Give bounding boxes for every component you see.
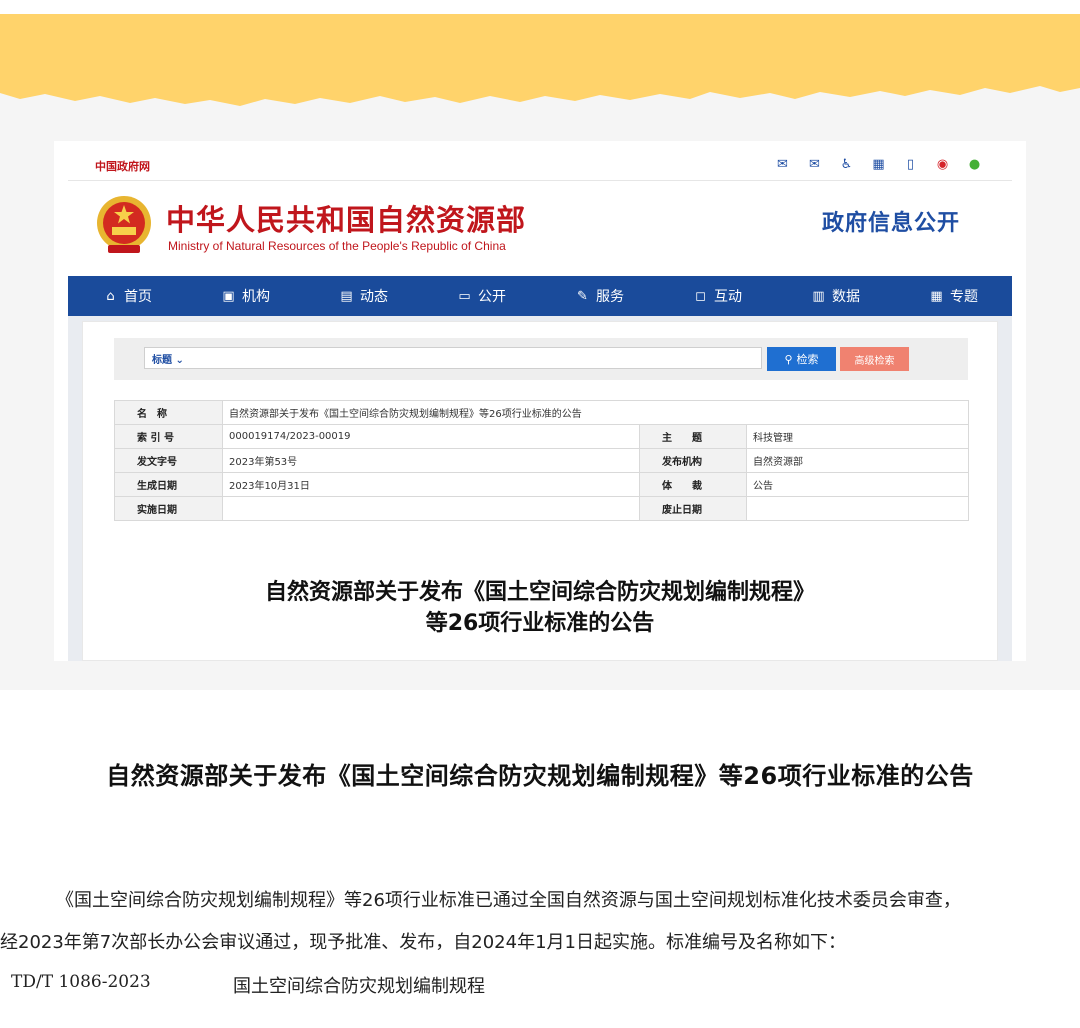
table-row: 发文字号 2023年第53号 发布机构 自然资源部 bbox=[114, 448, 969, 473]
standard-entry: TD/T 1086-2023 国土空间综合防灾规划编制规程 bbox=[11, 972, 485, 998]
table-row: 名 称 自然资源部关于发布《国土空间综合防灾规划编制规程》等26项行业标准的公告 bbox=[114, 400, 969, 425]
meta-value bbox=[222, 496, 640, 521]
national-emblem-icon bbox=[97, 196, 151, 253]
table-row: 实施日期 废止日期 bbox=[114, 496, 969, 521]
meta-value: 2023年10月31日 bbox=[222, 472, 640, 497]
meta-value bbox=[746, 496, 969, 521]
meta-value: 2023年第53号 bbox=[222, 448, 640, 473]
edit-icon: ✎ bbox=[577, 288, 588, 304]
nav-item-data[interactable]: ▥ 数据 bbox=[776, 286, 894, 306]
nav-item-service[interactable]: ✎ 服务 bbox=[540, 286, 658, 306]
home-icon: ⌂ bbox=[106, 288, 115, 304]
wechat-icon[interactable]: ● bbox=[965, 155, 984, 174]
search-button[interactable]: ⚲ 检索 bbox=[767, 347, 836, 371]
article-paragraph: 《国土空间综合防灾规划编制规程》等26项行业标准已通过全国自然资源与国土空间规划… bbox=[0, 880, 1080, 964]
meta-key: 索 引 号 bbox=[114, 424, 223, 449]
weibo-icon[interactable]: ◉ bbox=[933, 155, 952, 174]
accessibility-icon[interactable]: ♿ bbox=[837, 155, 856, 174]
nav-item-news[interactable]: ▤ 动态 bbox=[304, 286, 422, 306]
mobile-icon[interactable]: ▯ bbox=[901, 155, 920, 174]
document-title-line2: 等26项行业标准的公告 bbox=[425, 611, 655, 636]
top-utility-strip: 中国政府网 ✉ ✉ ♿ ▦ ▯ ◉ ● bbox=[68, 141, 1012, 181]
meta-key: 发布机构 bbox=[639, 448, 747, 473]
meta-key: 发文字号 bbox=[114, 448, 223, 473]
nav-item-home[interactable]: ⌂ 首页 bbox=[68, 286, 186, 306]
meta-value: 000019174/2023-00019 bbox=[222, 424, 640, 449]
book-icon: ▤ bbox=[340, 288, 353, 304]
advanced-search-button[interactable]: 高级检索 bbox=[840, 347, 909, 371]
ministry-name-en: Ministry of Natural Resources of the Peo… bbox=[168, 239, 506, 253]
meta-key: 名 称 bbox=[114, 400, 223, 425]
standard-code: TD/T 1086-2023 bbox=[11, 972, 151, 992]
website-screenshot: 中国政府网 ✉ ✉ ♿ ▦ ▯ ◉ ● 中华人民共和国自然资源部 Ministr… bbox=[54, 141, 1026, 661]
article-title: 自然资源部关于发布《国土空间综合防灾规划编制规程》等26项行业标准的公告 bbox=[106, 762, 974, 790]
search-icon: ⚲ bbox=[784, 352, 793, 366]
paragraph-line: 《国土空间综合防灾规划编制规程》等26项行业标准已通过全国自然资源与国土空间规划… bbox=[56, 890, 961, 911]
document-title-line1: 自然资源部关于发布《国土空间综合防灾规划编制规程》 bbox=[264, 580, 815, 605]
table-row: 生成日期 2023年10月31日 体 裁 公告 bbox=[114, 472, 969, 497]
mail-feedback-icon[interactable]: ✉ bbox=[805, 155, 824, 174]
chat-icon: ◻ bbox=[695, 288, 706, 304]
main-nav: ⌂ 首页 ▣ 机构 ▤ 动态 ▭ 公开 ✎ 服务 ◻ 互动 ▥ 数据 ▦ 专题 bbox=[68, 276, 1012, 316]
top-banner bbox=[0, 0, 1080, 120]
search-input[interactable] bbox=[144, 347, 762, 369]
nav-item-interact[interactable]: ◻ 互动 bbox=[658, 286, 776, 306]
mail-icon[interactable]: ✉ bbox=[773, 155, 792, 174]
document-title: 自然资源部关于发布《国土空间综合防灾规划编制规程》 等26项行业标准的公告 bbox=[54, 577, 1026, 639]
meta-value: 自然资源部关于发布《国土空间综合防灾规划编制规程》等26项行业标准的公告 bbox=[222, 400, 969, 425]
meta-key: 废止日期 bbox=[639, 496, 747, 521]
standard-name: 国土空间综合防灾规划编制规程 bbox=[233, 976, 485, 997]
doc-icon: ▦ bbox=[930, 288, 943, 304]
table-row: 索 引 号 000019174/2023-00019 主 题 科技管理 bbox=[114, 424, 969, 449]
document-meta-table: 名 称 自然资源部关于发布《国土空间综合防灾规划编制规程》等26项行业标准的公告… bbox=[114, 400, 969, 521]
meta-key: 体 裁 bbox=[639, 472, 747, 497]
org-icon: ▣ bbox=[222, 288, 235, 304]
gov-portal-link[interactable]: 中国政府网 bbox=[95, 158, 150, 174]
nav-item-topics[interactable]: ▦ 专题 bbox=[894, 286, 1012, 306]
meta-key: 主 题 bbox=[639, 424, 747, 449]
torn-paper-decoration bbox=[0, 0, 1080, 106]
utility-icons: ✉ ✉ ♿ ▦ ▯ ◉ ● bbox=[773, 155, 984, 174]
ministry-name-cn: 中华人民共和国自然资源部 bbox=[166, 203, 527, 237]
search-type-select[interactable]: 标题 ⌄ bbox=[152, 351, 184, 366]
meta-key: 实施日期 bbox=[114, 496, 223, 521]
bar-chart-icon: ▥ bbox=[812, 288, 825, 304]
nav-item-org[interactable]: ▣ 机构 bbox=[186, 286, 304, 306]
monitor-icon: ▭ bbox=[458, 288, 471, 304]
paragraph-line: 经2023年第7次部长办公会审议通过，现予批准、发布，自2024年1月1日起实施… bbox=[0, 932, 846, 953]
meta-value: 自然资源部 bbox=[746, 448, 969, 473]
nav-item-public[interactable]: ▭ 公开 bbox=[422, 286, 540, 306]
app-icon[interactable]: ▦ bbox=[869, 155, 888, 174]
gov-info-open-heading: 政府信息公开 bbox=[821, 211, 960, 236]
meta-value: 科技管理 bbox=[746, 424, 969, 449]
meta-key: 生成日期 bbox=[114, 472, 223, 497]
meta-value: 公告 bbox=[746, 472, 969, 497]
